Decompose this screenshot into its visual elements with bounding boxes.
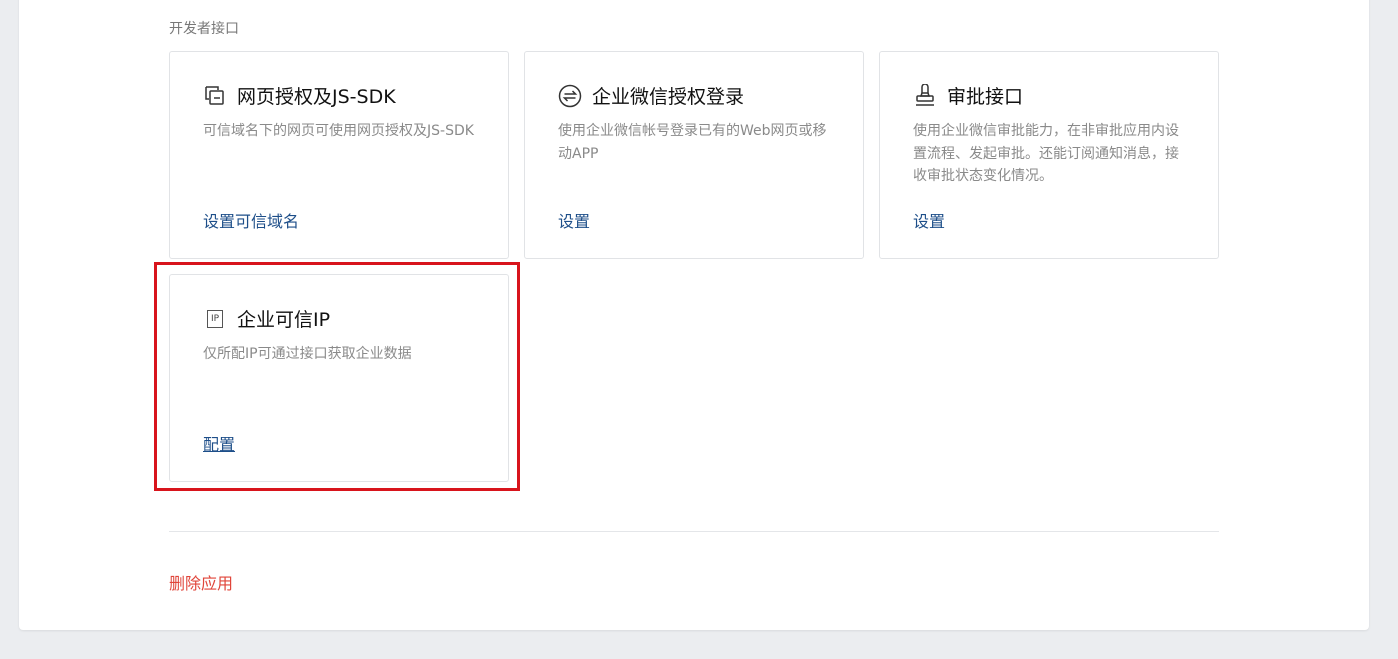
delete-app-button[interactable]: 删除应用 bbox=[169, 570, 233, 594]
card-title: 网页授权及JS-SDK bbox=[237, 86, 396, 108]
circle-transfer-icon bbox=[558, 84, 582, 108]
card-description: 使用企业微信审批能力，在非审批应用内设置流程、发起审批。还能订阅通知消息，接收审… bbox=[913, 123, 1179, 184]
card-wecom-login: 企业微信授权登录 使用企业微信帐号登录已有的Web网页或移动APP 设置 bbox=[524, 51, 864, 259]
card-description: 可信域名下的网页可使用网页授权及JS-SDK bbox=[203, 123, 474, 139]
settings-link[interactable]: 设置 bbox=[558, 208, 590, 232]
card-title: 企业微信授权登录 bbox=[592, 86, 745, 108]
card-description: 使用企业微信帐号登录已有的Web网页或移动APP bbox=[558, 123, 827, 162]
stamp-icon bbox=[913, 83, 937, 108]
set-trusted-domain-link[interactable]: 设置可信域名 bbox=[203, 208, 299, 232]
card-web-auth-jssdk: 网页授权及JS-SDK 可信域名下的网页可使用网页授权及JS-SDK 设置可信域… bbox=[169, 51, 509, 259]
card-approval-api: 审批接口 使用企业微信审批能力，在非审批应用内设置流程、发起审批。还能订阅通知消… bbox=[879, 51, 1219, 259]
copy-window-icon bbox=[203, 84, 227, 108]
highlight-box bbox=[154, 262, 520, 491]
card-title: 审批接口 bbox=[947, 86, 1024, 108]
section-title: 开发者接口 bbox=[169, 21, 239, 37]
divider bbox=[169, 531, 1219, 532]
settings-link[interactable]: 设置 bbox=[913, 208, 945, 232]
